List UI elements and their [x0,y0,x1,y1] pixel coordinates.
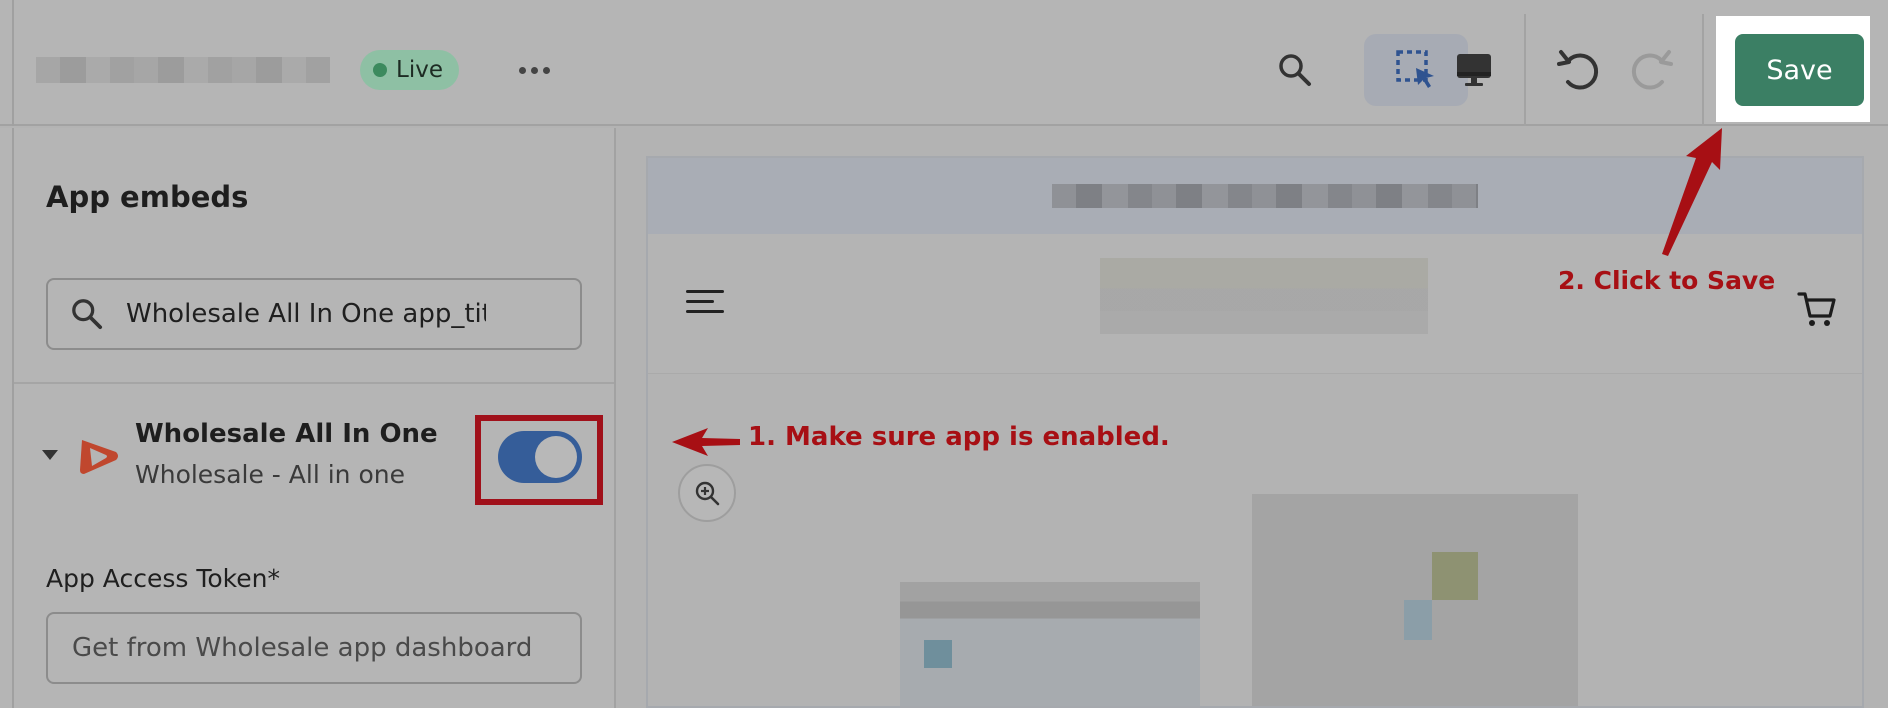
zoom-in-icon [695,481,720,506]
app-name: Wholesale All In One [135,419,438,449]
search-button[interactable] [1273,48,1317,92]
app-embed-search[interactable] [46,278,582,350]
toolbar-divider [1524,14,1526,126]
app-embeds-sidebar: App embeds Wholesale All In One Wholesal… [0,128,616,708]
live-status-badge: Live [360,50,459,90]
redo-button[interactable] [1627,44,1677,94]
search-input[interactable] [126,299,486,329]
annotation-step2: 2. Click to Save [1558,266,1776,295]
hamburger-menu-icon[interactable] [686,290,726,318]
ellipsis-icon [518,66,526,74]
app-logo-icon [80,440,118,474]
app-enabled-toggle[interactable] [498,431,582,483]
product-image-redacted [900,582,1200,706]
announcement-text-redacted [1052,184,1478,208]
undo-icon [1557,50,1599,90]
more-actions-button[interactable] [512,52,556,88]
token-field-label: App Access Token* [46,564,280,593]
undo-button[interactable] [1553,44,1603,94]
search-icon [48,280,126,348]
store-logo-redacted [1100,258,1428,334]
section-divider [14,382,614,384]
store-name-redacted [36,57,330,83]
toggle-knob [535,436,577,478]
sidebar-divider [12,128,14,708]
section-title: App embeds [46,180,249,214]
store-header [648,234,1862,374]
search-icon [1279,54,1311,86]
chevron-down-icon[interactable] [42,450,58,460]
live-badge-label: Live [396,57,443,83]
product-image-redacted [1252,494,1578,706]
desktop-icon [1457,54,1491,86]
redo-icon [1631,50,1673,90]
annotation-step1: 1. Make sure app is enabled. [748,422,1170,452]
topbar-divider [12,0,14,126]
zoom-in-button[interactable] [678,464,736,522]
select-cursor-icon [1396,50,1434,88]
cart-icon[interactable] [1796,288,1838,330]
live-dot-icon [373,63,387,77]
desktop-view-button[interactable] [1450,46,1498,94]
app-subtitle: Wholesale - All in one [135,460,405,489]
access-token-input[interactable] [46,612,582,684]
editor-topbar: Live [0,0,1888,126]
announcement-bar [648,158,1862,234]
toolbar-divider [1702,14,1704,126]
save-button[interactable]: Save [1735,34,1864,106]
